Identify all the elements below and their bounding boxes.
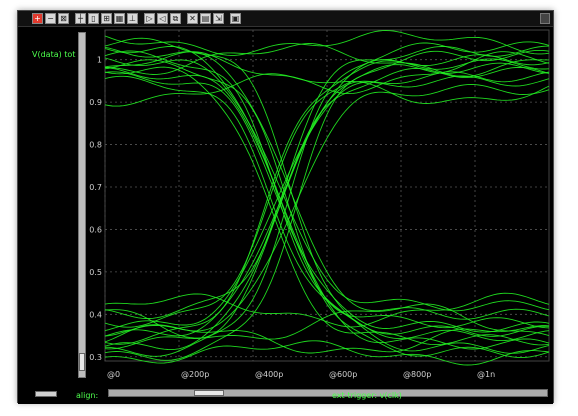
- y-tick-label: 0.4: [89, 310, 102, 319]
- eye-trace: [104, 46, 550, 320]
- y-tick-label: 0.8: [89, 141, 102, 150]
- align-mode-button[interactable]: [35, 391, 57, 397]
- x-tick-label: @600p: [329, 370, 357, 379]
- waveform-viewer-window: + − ⊠ ┼ ▯ ⊞ ▦ ⊥ ▷ ◁ ⧉ ✕ ▤ ⇲ ▣ V(data) to…: [17, 10, 554, 404]
- y-tick-label: 0.3: [89, 353, 102, 362]
- x-tick-label: @400p: [255, 370, 283, 379]
- trigger-label: ext-trigger: v(clk): [332, 391, 402, 400]
- align-label: align:: [76, 391, 99, 400]
- horizontal-scrollbar-thumb[interactable]: [194, 390, 224, 396]
- horizontal-scrollbar[interactable]: [108, 389, 548, 397]
- x-tick-label: @200p: [181, 370, 209, 379]
- x-tick-label: @800p: [403, 370, 431, 379]
- y-tick-label: 1: [97, 56, 102, 65]
- y-tick-label: 0.7: [89, 183, 102, 192]
- eye-trace: [104, 51, 550, 95]
- y-tick-label: 0.5: [89, 268, 102, 277]
- x-tick-label: @0: [107, 370, 120, 379]
- y-tick-label: 0.6: [89, 225, 102, 234]
- eye-diagram-plot[interactable]: 0.3 0.4 0.5 0.6 0.7 0.8 0.9 1 @0 @200p @400p @600p @…: [18, 11, 553, 402]
- x-tick-label: @1n: [477, 370, 495, 379]
- y-tick-label: 0.9: [89, 98, 102, 107]
